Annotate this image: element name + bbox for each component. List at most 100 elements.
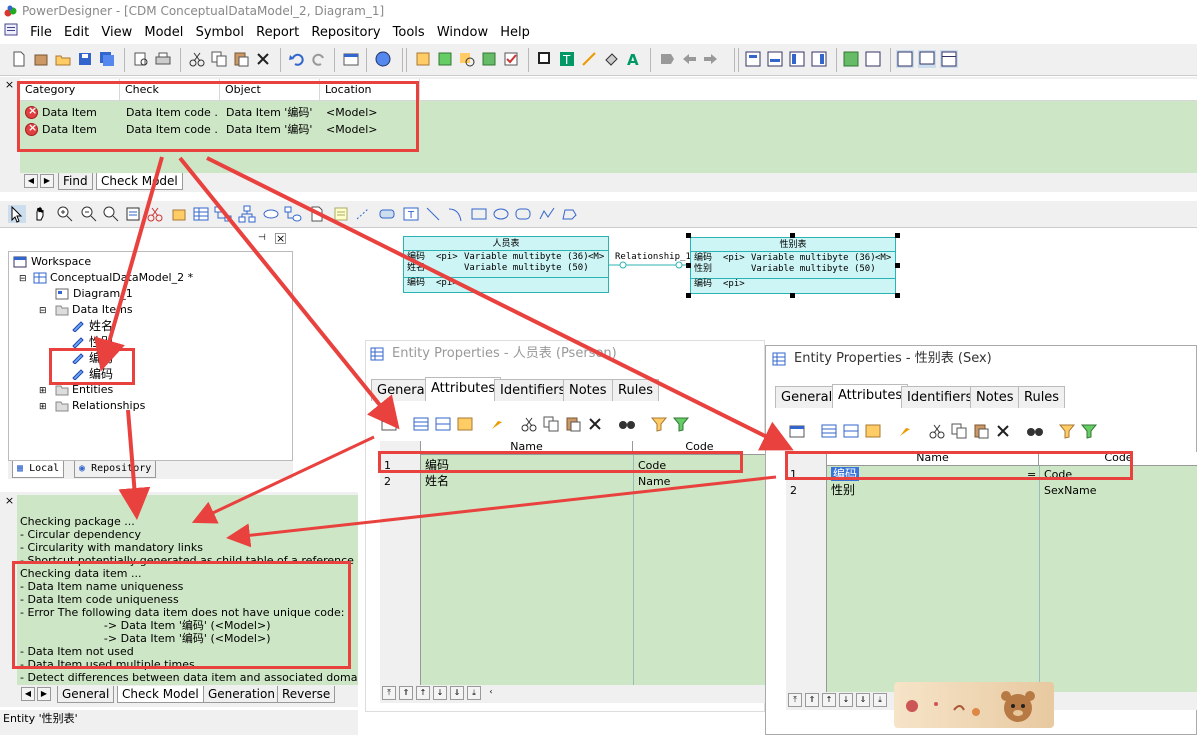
line-tool-icon[interactable] — [424, 205, 442, 223]
attr-code-cell[interactable]: Code — [638, 458, 666, 473]
check-model-icon[interactable] — [502, 50, 520, 68]
print-icon[interactable] — [154, 50, 172, 68]
tab-identifiers[interactable]: Identifiers — [901, 386, 979, 408]
polyline-tool-icon[interactable] — [538, 205, 556, 223]
move-bottom-icon[interactable]: ⤓ — [467, 686, 481, 700]
diagram-canvas[interactable]: 人员表 编码 <pi> Variable multibyte (36) <M> 姓名 V… — [297, 229, 1197, 349]
entity-person[interactable]: 人员表 编码 <pi> Variable multibyte (36) <M> 姓名 V… — [403, 236, 609, 293]
attr-code-cell[interactable]: SexName — [1044, 483, 1097, 498]
tree-diagram[interactable]: Diagram_1 — [55, 286, 133, 302]
refresh-icon[interactable] — [480, 50, 498, 68]
association-tool-icon[interactable] — [262, 205, 280, 223]
expand-icon[interactable]: ⊞ — [39, 402, 47, 412]
tab-local[interactable]: ▦ Local — [12, 461, 65, 478]
back-icon[interactable] — [680, 50, 698, 68]
reuse-icon[interactable] — [488, 415, 506, 433]
expand-icon[interactable]: ⊞ — [39, 386, 47, 396]
attr-dropdown-eq[interactable]: = — [1027, 467, 1036, 482]
font-color-icon[interactable]: A — [624, 50, 642, 68]
properties-icon[interactable] — [342, 50, 360, 68]
zoom-in-icon[interactable] — [56, 205, 74, 223]
add-row-icon[interactable] — [412, 415, 430, 433]
menu-model[interactable]: Model — [140, 22, 187, 44]
redo-icon[interactable] — [310, 50, 328, 68]
close-browser-icon[interactable]: × — [275, 233, 286, 244]
layout-icon-1[interactable] — [744, 50, 762, 68]
align-icon[interactable] — [658, 50, 676, 68]
delete-icon[interactable] — [254, 50, 272, 68]
result-row-2-location[interactable]: <Model> — [326, 121, 377, 138]
save-icon[interactable] — [76, 50, 94, 68]
move-page-down-icon[interactable]: ⇓ — [450, 686, 464, 700]
relationship-tool-icon[interactable] — [214, 205, 232, 223]
generate-icon[interactable] — [414, 50, 432, 68]
paste-icon[interactable] — [972, 422, 990, 440]
attr-name-cell[interactable]: 性别 — [831, 483, 855, 498]
note-tool-icon[interactable] — [332, 205, 350, 223]
move-down-icon[interactable]: ↓ — [839, 693, 853, 707]
tab-general[interactable]: General — [57, 686, 115, 703]
move-bottom-icon[interactable]: ⤓ — [873, 693, 887, 707]
entity-tool-icon[interactable] — [192, 205, 210, 223]
shadow-icon[interactable] — [536, 50, 554, 68]
cut-icon[interactable] — [928, 422, 946, 440]
menu-view[interactable]: View — [97, 22, 136, 44]
layout-icon-4[interactable] — [810, 50, 828, 68]
add-columns-icon[interactable] — [864, 422, 882, 440]
filter-clear-icon[interactable] — [672, 415, 690, 433]
new-icon[interactable] — [10, 50, 28, 68]
menu-report[interactable]: Report — [252, 22, 303, 44]
filter-clear-icon[interactable] — [1080, 422, 1098, 440]
polygon-tool-icon[interactable] — [560, 205, 578, 223]
add-row-icon[interactable] — [820, 422, 838, 440]
pin-browser-icon[interactable]: ⊣ — [258, 233, 266, 243]
open-icon[interactable] — [54, 50, 72, 68]
menu-help[interactable]: Help — [496, 22, 534, 44]
properties-tool-icon[interactable] — [124, 205, 142, 223]
tree-workspace[interactable]: Workspace — [13, 254, 91, 270]
open-package-icon[interactable] — [102, 205, 120, 223]
delete-icon[interactable] — [994, 422, 1012, 440]
tab-check-model-output[interactable]: Check Model — [117, 686, 204, 703]
attr-code-cell[interactable]: Name — [638, 474, 670, 489]
tab-notes[interactable]: Notes — [970, 386, 1020, 408]
fit-icon[interactable] — [864, 50, 882, 68]
collapse-icon[interactable]: ⊟ — [39, 306, 47, 316]
cut-icon[interactable] — [188, 50, 206, 68]
find-icon[interactable] — [1026, 422, 1044, 440]
result-row-1-object[interactable]: Data Item '编码' — [226, 104, 318, 121]
filter-icon[interactable] — [650, 415, 668, 433]
col-header-code[interactable]: Code — [633, 441, 766, 455]
link-tool-icon[interactable] — [354, 205, 372, 223]
layout-icon-3[interactable] — [788, 50, 806, 68]
tab-attributes[interactable]: Attributes — [425, 377, 502, 401]
pointer-icon[interactable] — [8, 205, 26, 223]
move-page-up-icon[interactable]: ⇑ — [399, 686, 413, 700]
close-result-panel-icon[interactable]: × — [4, 79, 15, 91]
forward-icon[interactable] — [702, 50, 720, 68]
col-header-check[interactable]: Check — [120, 79, 220, 101]
tab-scroll-right-icon[interactable]: ▶ — [40, 174, 54, 188]
ellipse-tool-icon[interactable] — [492, 205, 510, 223]
package-tool-icon[interactable] — [170, 205, 188, 223]
move-page-down-icon[interactable]: ⇓ — [856, 693, 870, 707]
insert-row-icon[interactable] — [434, 415, 452, 433]
tab-general[interactable]: General — [775, 386, 839, 408]
col-header-location[interactable]: Location — [320, 79, 420, 101]
move-page-up-icon[interactable]: ⇑ — [805, 693, 819, 707]
tree-entities[interactable]: ⊞ Entities — [39, 382, 113, 398]
menu-edit[interactable]: Edit — [60, 22, 93, 44]
tree-item-3[interactable]: 编码 — [71, 350, 113, 366]
text-style-icon[interactable]: T — [558, 50, 576, 68]
line-style-icon[interactable] — [580, 50, 598, 68]
fill-color-icon[interactable] — [602, 50, 620, 68]
text-tool-icon[interactable]: T — [402, 205, 420, 223]
delete-icon[interactable] — [586, 415, 604, 433]
move-down-icon[interactable]: ↓ — [433, 686, 447, 700]
close-output-icon[interactable]: × — [4, 495, 15, 507]
tree-item-1[interactable]: 姓名 — [71, 318, 113, 334]
result-row-1-location[interactable]: <Model> — [326, 104, 377, 121]
delete-tool-icon[interactable] — [146, 205, 164, 223]
import-icon[interactable] — [436, 50, 454, 68]
result-row-2-category[interactable]: Data Item — [42, 121, 97, 138]
